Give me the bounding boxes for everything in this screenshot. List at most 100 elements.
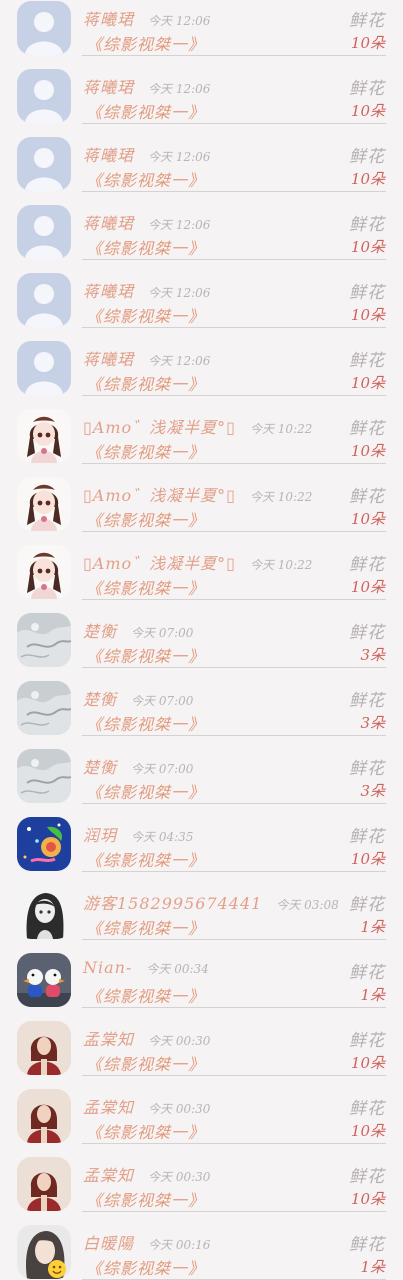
sender-name[interactable]: ▯Amo゛浅凝半夏°▯ xyxy=(83,414,236,438)
book-title: 《综影视桀一》 xyxy=(86,443,206,462)
gift-count: 10朵 xyxy=(350,510,385,528)
gift-type: 鲜花 xyxy=(349,963,385,983)
send-time: 今天 10:22 xyxy=(249,422,313,436)
gift-record-row-19[interactable]: 白暖陽 今天 00:16 《综影视桀一》 鲜花 1朵 xyxy=(0,1212,403,1280)
gift-record-row-17[interactable]: 孟棠知 今天 00:30 《综影视桀一》 鲜花 10朵 xyxy=(0,1076,403,1144)
send-time: 今天 12:06 xyxy=(148,354,211,368)
sender-line: 蒋曦珺 今天 12:06 xyxy=(83,74,210,98)
grey-texture-avatar[interactable] xyxy=(17,681,71,735)
gift-type: 鲜花 xyxy=(349,147,385,167)
book-title: 《综影视桀一》 xyxy=(86,919,206,938)
sender-name[interactable]: 孟棠知 xyxy=(83,1094,134,1118)
gift-type: 鲜花 xyxy=(349,827,385,847)
default-person-avatar[interactable] xyxy=(17,137,71,191)
gift-type: 鲜花 xyxy=(349,487,385,507)
sender-line: 孟棠知 今天 00:30 xyxy=(83,1162,210,1186)
sender-name[interactable]: 游客1582995674441 xyxy=(83,890,262,914)
sender-name[interactable]: ▯Amo゛浅凝半夏°▯ xyxy=(83,550,236,574)
gift-record-row-8[interactable]: ▯Amo゛浅凝半夏°▯ 今天 10:22 《综影视桀一》 鲜花 10朵 xyxy=(0,464,403,532)
gift-type: 鲜花 xyxy=(349,555,385,575)
book-title: 《综影视桀一》 xyxy=(86,579,206,598)
book-title: 《综影视桀一》 xyxy=(86,35,206,54)
send-time: 今天 10:22 xyxy=(249,558,313,572)
red-hood-avatar[interactable] xyxy=(17,1157,71,1211)
default-person-avatar[interactable] xyxy=(17,1,71,55)
sender-name[interactable]: 白暖陽 xyxy=(83,1230,134,1254)
sender-name[interactable]: 蒋曦珺 xyxy=(83,278,134,302)
gift-record-row-3[interactable]: 蒋曦珺 今天 12:06 《综影视桀一》 鲜花 10朵 xyxy=(0,124,403,192)
anime-girl-avatar[interactable] xyxy=(17,409,71,463)
book-title: 《综影视桀一》 xyxy=(86,511,206,530)
sender-name[interactable]: 楚衡 xyxy=(83,754,117,778)
duck-toys-avatar[interactable] xyxy=(17,953,71,1007)
gift-record-row-2[interactable]: 蒋曦珺 今天 12:06 《综影视桀一》 鲜花 10朵 xyxy=(0,56,403,124)
gift-count: 10朵 xyxy=(350,1122,385,1140)
grey-texture-avatar[interactable] xyxy=(17,749,71,803)
default-person-avatar[interactable] xyxy=(17,69,71,123)
anime-girl-avatar[interactable] xyxy=(17,545,71,599)
gift-type: 鲜花 xyxy=(349,1031,385,1051)
default-person-avatar[interactable] xyxy=(17,273,71,327)
lady-emoji-avatar[interactable] xyxy=(17,1225,71,1279)
gift-record-row-7[interactable]: ▯Amo゛浅凝半夏°▯ 今天 10:22 《综影视桀一》 鲜花 10朵 xyxy=(0,396,403,464)
sender-line: 楚衡 今天 07:00 xyxy=(83,618,193,642)
book-title: 《综影视桀一》 xyxy=(86,103,206,122)
sender-name[interactable]: 蒋曦珺 xyxy=(83,142,134,166)
sender-line: 蒋曦珺 今天 12:06 xyxy=(83,346,210,370)
book-title: 《综影视桀一》 xyxy=(86,1191,206,1210)
gift-type: 鲜花 xyxy=(349,11,385,31)
grey-texture-avatar[interactable] xyxy=(17,613,71,667)
gift-count: 10朵 xyxy=(350,170,385,188)
gift-count: 3朵 xyxy=(360,714,385,732)
send-time: 今天 12:06 xyxy=(148,150,211,164)
send-time: 今天 00:34 xyxy=(146,962,209,976)
gift-record-row-16[interactable]: 孟棠知 今天 00:30 《综影视桀一》 鲜花 10朵 xyxy=(0,1008,403,1076)
sender-name[interactable]: 蒋曦珺 xyxy=(83,210,134,234)
gift-record-row-10[interactable]: 楚衡 今天 07:00 《综影视桀一》 鲜花 3朵 xyxy=(0,600,403,668)
gift-record-row-18[interactable]: 孟棠知 今天 00:30 《综影视桀一》 鲜花 10朵 xyxy=(0,1144,403,1212)
gift-count: 10朵 xyxy=(350,850,385,868)
gift-record-row-9[interactable]: ▯Amo゛浅凝半夏°▯ 今天 10:22 《综影视桀一》 鲜花 10朵 xyxy=(0,532,403,600)
gift-record-row-6[interactable]: 蒋曦珺 今天 12:06 《综影视桀一》 鲜花 10朵 xyxy=(0,328,403,396)
gift-record-row-15[interactable]: Nian- 今天 00:34 《综影视桀一》 鲜花 1朵 xyxy=(0,940,403,1008)
sender-name[interactable]: 润玥 xyxy=(83,822,117,846)
gift-count: 10朵 xyxy=(350,578,385,596)
sender-name[interactable]: 蒋曦珺 xyxy=(83,6,134,30)
gift-record-row-14[interactable]: 游客1582995674441 今天 03:08 《综影视桀一》 鲜花 1朵 xyxy=(0,872,403,940)
red-hood-avatar[interactable] xyxy=(17,1089,71,1143)
sender-name[interactable]: Nian- xyxy=(83,958,132,977)
send-time: 今天 10:22 xyxy=(249,490,313,504)
sender-name[interactable]: 蒋曦珺 xyxy=(83,346,134,370)
gift-record-row-11[interactable]: 楚衡 今天 07:00 《综影视桀一》 鲜花 3朵 xyxy=(0,668,403,736)
gift-type: 鲜花 xyxy=(349,283,385,303)
send-time: 今天 12:06 xyxy=(148,218,211,232)
sender-name[interactable]: 楚衡 xyxy=(83,686,117,710)
sender-name[interactable]: 孟棠知 xyxy=(83,1026,134,1050)
sender-name[interactable]: 孟棠知 xyxy=(83,1162,134,1186)
gift-count: 1朵 xyxy=(360,918,385,936)
gift-record-row-4[interactable]: 蒋曦珺 今天 12:06 《综影视桀一》 鲜花 10朵 xyxy=(0,192,403,260)
gift-record-row-5[interactable]: 蒋曦珺 今天 12:06 《综影视桀一》 鲜花 10朵 xyxy=(0,260,403,328)
anime-girl-avatar[interactable] xyxy=(17,477,71,531)
book-title: 《综影视桀一》 xyxy=(86,783,206,802)
gift-record-row-1[interactable]: 蒋曦珺 今天 12:06 《综影视桀一》 鲜花 10朵 xyxy=(0,0,403,56)
send-time: 今天 12:06 xyxy=(148,14,211,28)
gift-record-row-12[interactable]: 楚衡 今天 07:00 《综影视桀一》 鲜花 3朵 xyxy=(0,736,403,804)
gift-count: 10朵 xyxy=(350,1190,385,1208)
default-person-avatar[interactable] xyxy=(17,341,71,395)
send-time: 今天 07:00 xyxy=(131,626,194,640)
sketch-girl-avatar[interactable] xyxy=(17,885,71,939)
gift-type: 鲜花 xyxy=(349,215,385,235)
gift-record-row-13[interactable]: 润玥 今天 04:35 《综影视桀一》 鲜花 10朵 xyxy=(0,804,403,872)
default-person-avatar[interactable] xyxy=(17,205,71,259)
sender-name[interactable]: 楚衡 xyxy=(83,618,117,642)
sender-name[interactable]: 蒋曦珺 xyxy=(83,74,134,98)
gift-type: 鲜花 xyxy=(349,1099,385,1119)
gift-count: 10朵 xyxy=(350,102,385,120)
red-hood-avatar[interactable] xyxy=(17,1021,71,1075)
blue-cartoon-avatar[interactable] xyxy=(17,817,71,871)
send-time: 今天 00:16 xyxy=(148,1238,211,1252)
sender-name[interactable]: ▯Amo゛浅凝半夏°▯ xyxy=(83,482,236,506)
book-title: 《综影视桀一》 xyxy=(86,1123,206,1142)
gift-count: 10朵 xyxy=(350,1054,385,1072)
